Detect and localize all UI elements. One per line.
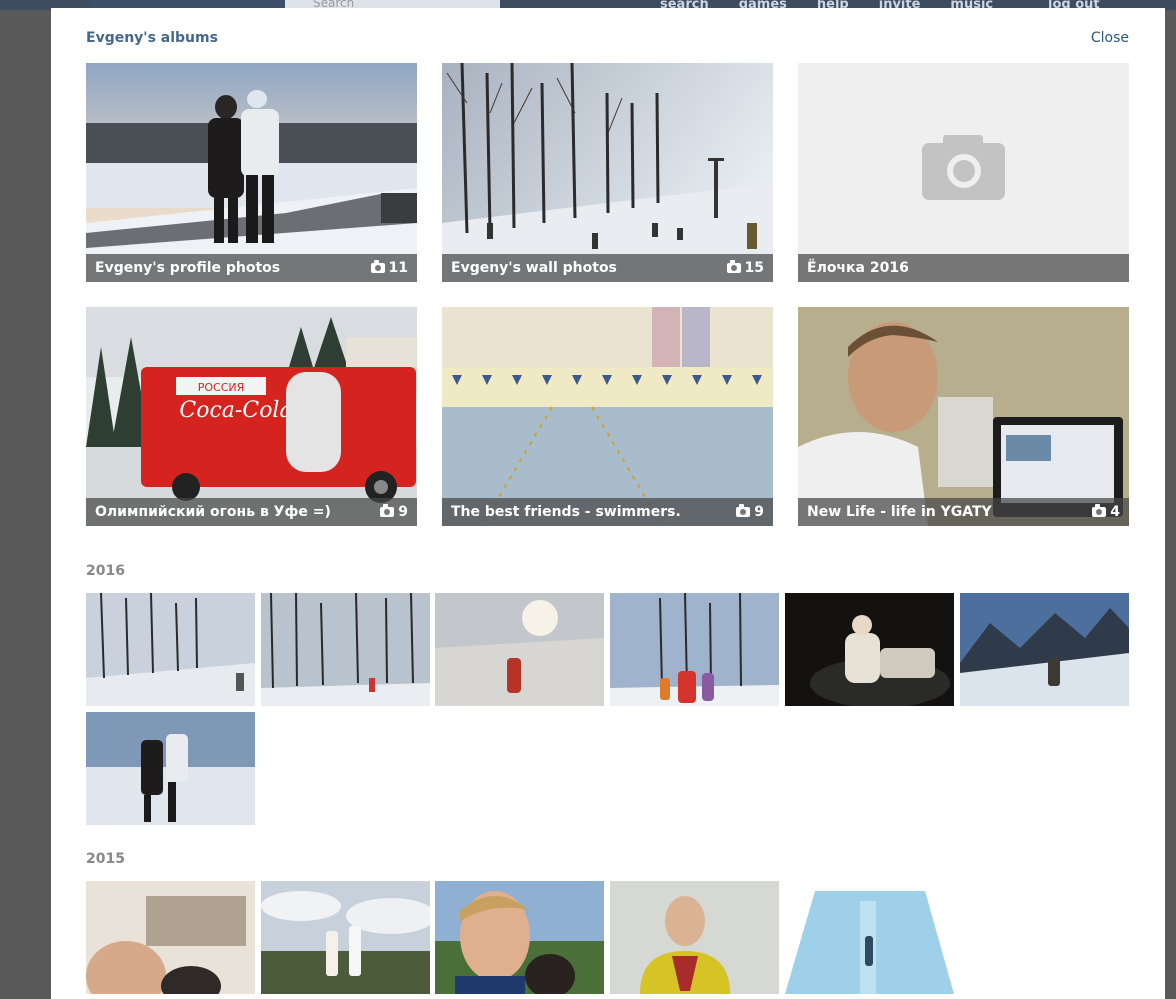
album-card-profile-photos[interactable]: Evgeny's profile photos 11	[86, 63, 417, 282]
svg-text:Coca-Cola: Coca-Cola	[179, 398, 292, 423]
camera-icon	[380, 504, 395, 517]
camera-icon	[370, 260, 385, 273]
photo-image	[435, 881, 604, 994]
album-card-olympic-flame[interactable]: РОССИЯ Coca-Cola Олимпийский огонь в Уфе…	[86, 307, 417, 526]
page-backdrop-left	[0, 0, 51, 999]
nav-link-search[interactable]: search	[660, 0, 709, 8]
album-title: The best friends - swimmers.	[451, 504, 681, 520]
photo-image	[261, 593, 430, 706]
photo-count: 9	[754, 504, 764, 520]
album-count: 9	[736, 498, 764, 526]
photo-thumbnail[interactable]	[785, 881, 954, 994]
nav-link-music[interactable]: music	[950, 0, 993, 8]
photo-image	[785, 593, 954, 706]
album-title: Evgeny's wall photos	[451, 260, 617, 276]
album-caption: Evgeny's wall photos 15	[442, 254, 773, 282]
photo-thumbnail[interactable]	[261, 881, 430, 994]
nav-link-invite[interactable]: invite	[879, 0, 921, 8]
album-count: 15	[726, 254, 764, 282]
photo-image	[610, 593, 779, 706]
album-card-swimmers[interactable]: The best friends - swimmers. 9	[442, 307, 773, 526]
photo-image	[960, 593, 1129, 706]
album-caption: Evgeny's profile photos 11	[86, 254, 417, 282]
nav-link-help[interactable]: help	[817, 0, 849, 8]
site-logo	[90, 0, 285, 8]
photo-thumbnail[interactable]	[261, 593, 430, 706]
header-search-input[interactable]: Search	[285, 0, 500, 8]
photo-thumbnail[interactable]	[785, 593, 954, 706]
camera-placeholder-icon	[798, 63, 1129, 282]
album-card-elochka-2016[interactable]: Ёлочка 2016	[798, 63, 1129, 282]
photo-thumbnail[interactable]	[86, 712, 255, 825]
photo-image	[785, 881, 954, 994]
camera-icon	[1092, 504, 1107, 517]
album-cover-image	[442, 307, 773, 526]
close-button[interactable]: Close	[1091, 30, 1129, 46]
page-backdrop-right	[1165, 0, 1176, 999]
album-card-new-life[interactable]: New Life - life in YGATY 4	[798, 307, 1129, 526]
album-caption: New Life - life in YGATY 4	[798, 498, 1129, 526]
photo-thumbnail[interactable]	[610, 593, 779, 706]
photo-image	[435, 593, 604, 706]
photo-count: 4	[1110, 504, 1120, 520]
album-title: Ёлочка 2016	[807, 260, 909, 276]
modal-title: Evgeny's albums	[86, 30, 218, 46]
album-title: Evgeny's profile photos	[95, 260, 281, 276]
photo-image	[86, 712, 255, 825]
album-count: 4	[1092, 498, 1120, 526]
album-caption: The best friends - swimmers. 9	[442, 498, 773, 526]
album-cover-image	[442, 63, 773, 282]
album-cover-image: РОССИЯ Coca-Cola	[86, 307, 417, 526]
camera-icon	[726, 260, 741, 273]
photo-thumbnail[interactable]	[960, 593, 1129, 706]
year-heading-2015: 2015	[86, 851, 125, 867]
photo-count: 15	[744, 260, 764, 276]
photo-thumbnail[interactable]	[435, 881, 604, 994]
album-cover-image	[798, 307, 1129, 526]
album-count: 11	[370, 254, 408, 282]
album-cover-image	[86, 63, 417, 282]
album-title: Олимпийский огонь в Уфе =)	[95, 504, 331, 520]
photo-thumbnail[interactable]	[86, 881, 255, 994]
photo-count: 11	[388, 260, 408, 276]
album-caption: Ёлочка 2016	[798, 254, 1129, 282]
logout-link[interactable]: log out	[1048, 0, 1100, 8]
photo-image	[86, 593, 255, 706]
photo-image	[261, 881, 430, 994]
album-card-wall-photos[interactable]: Evgeny's wall photos 15	[442, 63, 773, 282]
album-caption: Олимпийский огонь в Уфе =) 9	[86, 498, 417, 526]
year-heading-2016: 2016	[86, 563, 125, 579]
svg-text:РОССИЯ: РОССИЯ	[198, 381, 245, 394]
album-count: 9	[380, 498, 408, 526]
albums-modal: Evgeny's albums Close Evgeny's profile p…	[51, 8, 1165, 999]
photo-image	[610, 881, 779, 994]
camera-icon	[736, 504, 751, 517]
photo-thumbnail[interactable]	[86, 593, 255, 706]
photo-thumbnail[interactable]	[435, 593, 604, 706]
photo-count: 9	[398, 504, 408, 520]
photo-image	[86, 881, 255, 994]
album-title: New Life - life in YGATY	[807, 504, 992, 520]
header-nav: search games help invite music	[660, 0, 993, 8]
nav-link-games[interactable]: games	[739, 0, 787, 8]
photo-thumbnail[interactable]	[610, 881, 779, 994]
